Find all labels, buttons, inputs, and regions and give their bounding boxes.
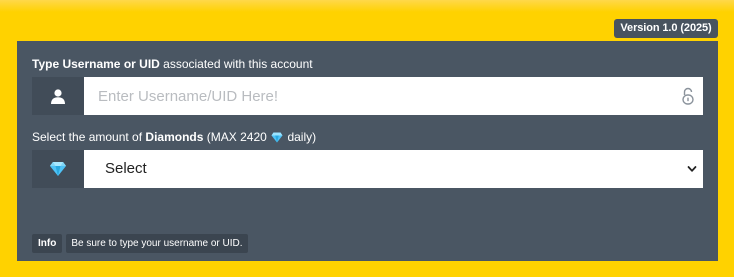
info-row: Info Be sure to type your username or UI… bbox=[32, 234, 248, 253]
chevron-down-icon bbox=[687, 166, 697, 172]
lock-icon bbox=[682, 87, 694, 105]
info-text: Be sure to type your username or UID. bbox=[66, 234, 248, 253]
diamond-inline-icon bbox=[271, 132, 283, 143]
diamonds-select-value: Select bbox=[105, 160, 147, 177]
username-field-wrapper bbox=[84, 77, 703, 115]
page: { "header": { "version_badge": "Version … bbox=[0, 0, 734, 277]
username-label-bold: Type Username or UID bbox=[32, 57, 160, 71]
username-input[interactable] bbox=[84, 77, 664, 115]
info-tag: Info bbox=[32, 234, 63, 253]
username-addon bbox=[32, 77, 84, 115]
diamonds-addon bbox=[32, 150, 84, 188]
top-strip bbox=[0, 0, 734, 12]
diamonds-select[interactable]: Select bbox=[84, 150, 703, 188]
diamonds-label-bold: Diamonds bbox=[145, 130, 204, 144]
username-label: Type Username or UID associated with thi… bbox=[32, 57, 313, 71]
diamonds-label-end: daily) bbox=[284, 130, 317, 144]
username-label-rest: associated with this account bbox=[159, 57, 313, 71]
form-panel: Type Username or UID associated with thi… bbox=[17, 41, 718, 261]
diamond-icon bbox=[50, 162, 66, 176]
diamonds-label-max: (MAX 2420 bbox=[203, 130, 271, 144]
diamonds-label-start: Select the amount of bbox=[32, 130, 146, 144]
diamonds-label: Select the amount of Diamonds (MAX 2420 … bbox=[32, 130, 316, 144]
user-icon bbox=[51, 88, 65, 104]
version-badge: Version 1.0 (2025) bbox=[614, 19, 718, 38]
